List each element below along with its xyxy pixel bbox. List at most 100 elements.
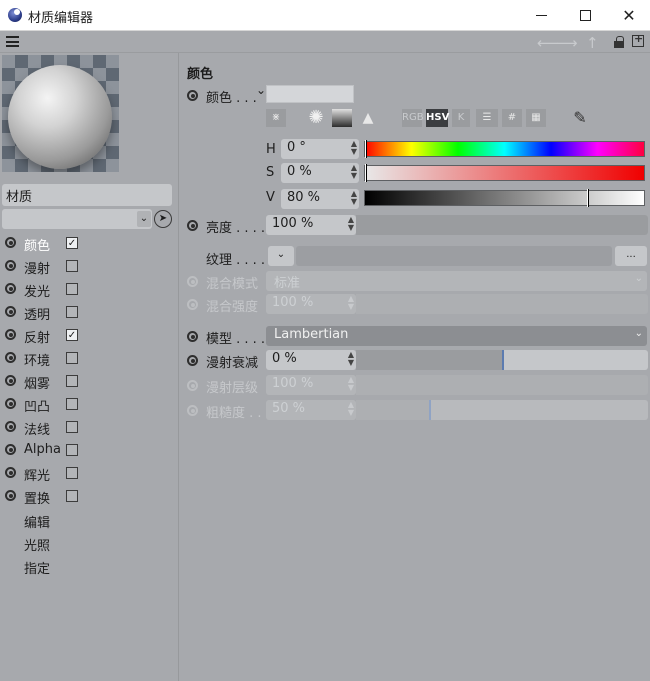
hue-marker[interactable]: [365, 140, 367, 158]
channel-illumination[interactable]: 光照: [24, 535, 50, 554]
color-wheel-icon[interactable]: ✺: [306, 109, 326, 127]
spinner-icon[interactable]: ▲ ▼: [351, 164, 357, 180]
channel-dot-icon[interactable]: [5, 421, 16, 432]
close-button[interactable]: ✕: [606, 0, 650, 31]
channel-checkbox[interactable]: [66, 352, 78, 364]
channel-assignment[interactable]: 指定: [24, 558, 50, 577]
animate-dot-icon[interactable]: [187, 380, 198, 391]
channel-item[interactable]: 置换: [0, 485, 178, 508]
channel-checkbox[interactable]: [66, 490, 78, 502]
channel-dot-icon[interactable]: [5, 329, 16, 340]
eyedropper-icon[interactable]: ✎: [570, 109, 590, 127]
mixer-icon[interactable]: ☰: [476, 109, 498, 127]
channel-item[interactable]: 发光: [0, 278, 178, 301]
layer-select[interactable]: ⌄: [2, 209, 152, 229]
hamburger-menu-icon[interactable]: [6, 36, 19, 47]
channel-item[interactable]: 凹凸: [0, 393, 178, 416]
channel-item[interactable]: 烟雾: [0, 370, 178, 393]
roughness-slider[interactable]: [356, 400, 648, 420]
channel-dot-icon[interactable]: [5, 237, 16, 248]
channel-edit[interactable]: 编辑: [24, 512, 50, 531]
texture-slot[interactable]: [296, 246, 612, 266]
maximize-button[interactable]: [562, 0, 608, 31]
channel-item[interactable]: 环境: [0, 347, 178, 370]
animate-dot-icon[interactable]: [187, 355, 198, 366]
brightness-input[interactable]: 100 % ▲ ▼: [266, 215, 356, 235]
texture-more-button[interactable]: ...: [615, 246, 647, 266]
hsv-mode-button[interactable]: HSV: [426, 109, 449, 127]
spinner-icon[interactable]: ▲ ▼: [351, 190, 357, 206]
channel-item[interactable]: 颜色 ✓: [0, 232, 178, 255]
hex-mode-button[interactable]: #: [502, 109, 522, 127]
blend-mode-select[interactable]: 标准 ⌄: [266, 271, 647, 291]
minimize-button[interactable]: [518, 0, 564, 31]
channel-dot-icon[interactable]: [5, 352, 16, 363]
blend-strength-slider[interactable]: [356, 294, 648, 314]
arrow-up-icon[interactable]: ↑: [586, 34, 599, 52]
channel-dot-icon[interactable]: [5, 375, 16, 386]
swatch-grid-icon[interactable]: ▦: [526, 109, 546, 127]
spinner-icon[interactable]: ▲ ▼: [348, 376, 354, 392]
spinner-icon[interactable]: ▲ ▼: [351, 140, 357, 156]
value-marker[interactable]: [587, 189, 589, 207]
channel-checkbox[interactable]: [66, 467, 78, 479]
channel-item[interactable]: 漫射: [0, 255, 178, 278]
channel-dot-icon[interactable]: [5, 260, 16, 271]
channel-dot-icon[interactable]: [5, 306, 16, 317]
channel-item[interactable]: 透明: [0, 301, 178, 324]
material-name-field[interactable]: 材质: [2, 184, 172, 206]
hue-input[interactable]: 0 ° ▲ ▼: [281, 139, 359, 159]
image-picker-icon[interactable]: ▲: [358, 109, 378, 127]
saturation-bar[interactable]: [364, 164, 645, 182]
channel-dot-icon[interactable]: [5, 467, 16, 478]
diffuse-level-slider[interactable]: [356, 375, 648, 395]
spinner-icon[interactable]: ▲ ▼: [348, 216, 354, 232]
roughness-input[interactable]: 50 % ▲ ▼: [266, 400, 356, 420]
channel-checkbox[interactable]: [66, 421, 78, 433]
brightness-slider[interactable]: [356, 215, 648, 235]
spinner-icon[interactable]: ▲ ▼: [348, 401, 354, 417]
material-preview[interactable]: [2, 55, 119, 172]
diffuse-falloff-slider[interactable]: [356, 350, 648, 370]
channel-checkbox[interactable]: ✓: [66, 329, 78, 341]
animate-dot-icon[interactable]: [187, 405, 198, 416]
animate-dot-icon[interactable]: [187, 331, 198, 342]
spinner-icon[interactable]: ▲ ▼: [348, 295, 354, 311]
expand-chevron-icon[interactable]: ⌄: [256, 83, 266, 97]
kelvin-mode-button[interactable]: K: [452, 109, 470, 127]
channel-checkbox[interactable]: [66, 375, 78, 387]
diffuse-falloff-input[interactable]: 0 % ▲ ▼: [266, 350, 356, 370]
channel-checkbox[interactable]: ✓: [66, 237, 78, 249]
new-window-icon[interactable]: [632, 32, 644, 47]
blend-strength-input[interactable]: 100 % ▲ ▼: [266, 294, 356, 314]
channel-item[interactable]: 反射 ✓: [0, 324, 178, 347]
spinner-icon[interactable]: ▲ ▼: [348, 351, 354, 367]
model-select[interactable]: Lambertian ⌄: [266, 326, 647, 346]
gradient-icon[interactable]: [332, 109, 352, 127]
channel-checkbox[interactable]: [66, 283, 78, 295]
slider-tick[interactable]: [502, 350, 504, 370]
channel-dot-icon[interactable]: [5, 283, 16, 294]
animate-dot-icon[interactable]: [187, 220, 198, 231]
saturation-input[interactable]: 0 % ▲ ▼: [281, 163, 359, 183]
color-swatch[interactable]: [266, 85, 354, 103]
channel-checkbox[interactable]: [66, 444, 78, 456]
hue-bar[interactable]: [364, 140, 645, 158]
channel-checkbox[interactable]: [66, 306, 78, 318]
slider-tick[interactable]: [429, 400, 431, 420]
channel-dot-icon[interactable]: [5, 490, 16, 501]
channel-checkbox[interactable]: [66, 398, 78, 410]
pick-target-icon[interactable]: ➤: [154, 210, 172, 228]
animate-dot-icon[interactable]: [187, 299, 198, 310]
channel-item[interactable]: 法线: [0, 416, 178, 439]
animate-dot-icon[interactable]: [187, 90, 198, 101]
channel-item[interactable]: Alpha: [0, 439, 178, 462]
spectrum-icon[interactable]: ⋇: [266, 109, 286, 127]
diffuse-level-input[interactable]: 100 % ▲ ▼: [266, 375, 356, 395]
channel-dot-icon[interactable]: [5, 444, 16, 455]
value-input[interactable]: 80 % ▲ ▼: [281, 189, 359, 209]
channel-dot-icon[interactable]: [5, 398, 16, 409]
channel-checkbox[interactable]: [66, 260, 78, 272]
saturation-marker[interactable]: [365, 164, 367, 182]
value-bar[interactable]: [364, 189, 645, 207]
